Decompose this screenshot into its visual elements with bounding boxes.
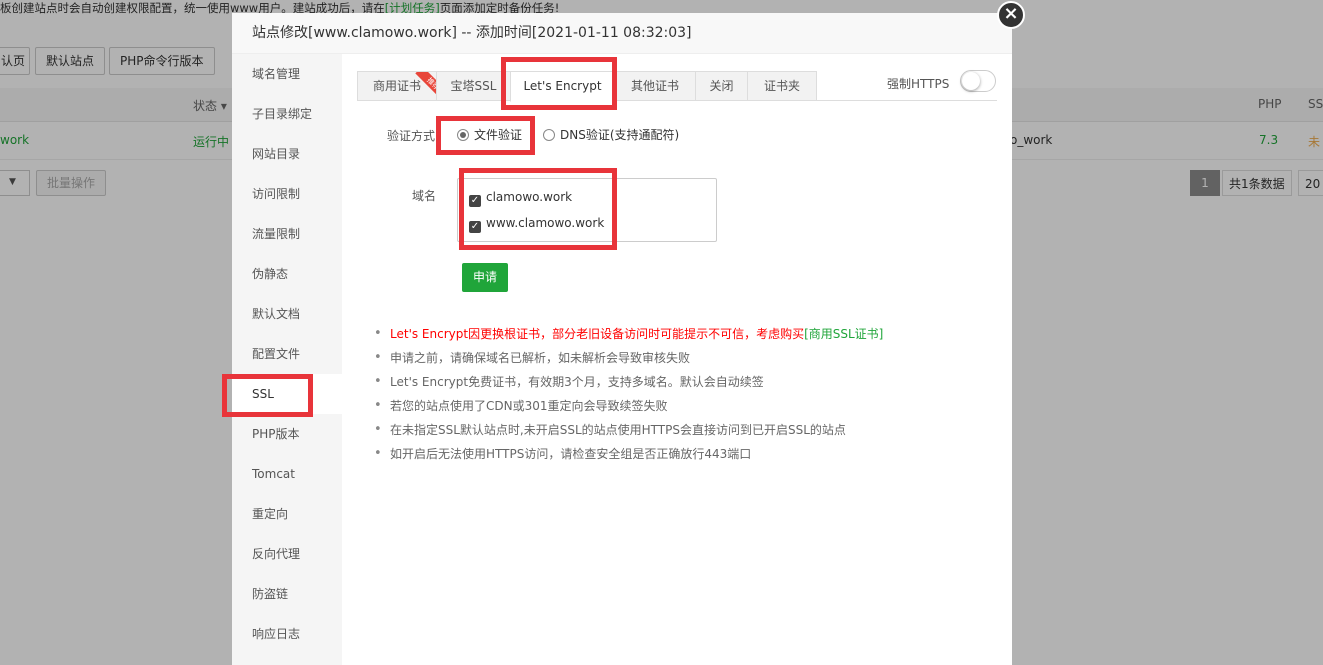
- radio-dns-label: DNS验证(支持通配符): [560, 128, 680, 142]
- domain-label: 域名: [412, 189, 437, 203]
- toggle-knob: [962, 72, 980, 90]
- tab-lets-encrypt[interactable]: Let's Encrypt: [510, 71, 615, 102]
- domain-name: clamowo.work: [486, 190, 573, 204]
- list-item: Let's Encrypt因更换根证书，部分老旧设备访问时可能提示不可信，考虑购…: [374, 322, 994, 346]
- checkbox-checked-icon: ✓: [469, 221, 481, 233]
- sidebar-item-hotlink[interactable]: 防盗链: [232, 574, 342, 614]
- sidebar-item-tomcat[interactable]: Tomcat: [232, 454, 342, 494]
- radio-dns-verify[interactable]: DNS验证(支持通配符): [543, 126, 679, 143]
- sidebar-item-traffic-limit[interactable]: 流量限制: [232, 214, 342, 254]
- commercial-ssl-link[interactable]: [商用SSL证书]: [804, 327, 883, 341]
- verify-method-label: 验证方式: [387, 129, 436, 143]
- radio-file-verify[interactable]: 文件验证: [457, 126, 522, 143]
- ssl-panel: 商用证书 推荐 宝塔SSL Let's Encrypt 其他证书 关闭 证书夹 …: [342, 54, 1012, 665]
- checkbox-checked-icon: ✓: [469, 195, 481, 207]
- force-https-label: 强制HTTPS: [887, 77, 950, 91]
- tab-other-cert[interactable]: 其他证书: [614, 71, 696, 101]
- tab-cert-folder[interactable]: 证书夹: [747, 71, 817, 101]
- sidebar-item-domain[interactable]: 域名管理: [232, 54, 342, 94]
- sidebar-item-rewrite[interactable]: 伪静态: [232, 254, 342, 294]
- sidebar-item-access-limit[interactable]: 访问限制: [232, 174, 342, 214]
- sidebar-item-site-dir[interactable]: 网站目录: [232, 134, 342, 174]
- ssl-help-notes: Let's Encrypt因更换根证书，部分老旧设备访问时可能提示不可信，考虑购…: [374, 322, 994, 466]
- sidebar-item-redirect[interactable]: 重定向: [232, 494, 342, 534]
- warning-text: Let's Encrypt因更换根证书，部分老旧设备访问时可能提示不可信，考虑购…: [390, 327, 805, 341]
- tab-commercial-cert[interactable]: 商用证书 推荐: [357, 71, 437, 101]
- force-https-toggle[interactable]: [960, 70, 996, 92]
- sidebar-item-default-doc[interactable]: 默认文档: [232, 294, 342, 334]
- domain-list: ✓ clamowo.work ✓ www.clamowo.work: [457, 178, 717, 242]
- apply-button[interactable]: 申请: [462, 263, 508, 292]
- tab-baota-ssl[interactable]: 宝塔SSL: [436, 71, 511, 101]
- domain-checkbox-item[interactable]: ✓ clamowo.work: [469, 190, 572, 207]
- domain-checkbox-item[interactable]: ✓ www.clamowo.work: [469, 216, 604, 233]
- radio-unchecked-icon: [543, 129, 555, 141]
- radio-file-label: 文件验证: [474, 128, 523, 142]
- sidebar-item-subdir[interactable]: 子目录绑定: [232, 94, 342, 134]
- sidebar-item-php-version[interactable]: PHP版本: [232, 414, 342, 454]
- tab-close[interactable]: 关闭: [695, 71, 748, 101]
- list-item: 如开启后无法使用HTTPS访问，请检查安全组是否正确放行443端口: [374, 442, 994, 466]
- sidebar-item-ssl[interactable]: SSL: [232, 374, 342, 414]
- list-item: 在未指定SSL默认站点时,未开启SSL的站点使用HTTPS会直接访问到已开启SS…: [374, 418, 994, 442]
- radio-checked-icon: [457, 129, 469, 141]
- list-item: 若您的站点使用了CDN或301重定向会导致续签失败: [374, 394, 994, 418]
- modal-title: 站点修改[www.clamowo.work] -- 添加时间[2021-01-1…: [232, 13, 1012, 54]
- sidebar-item-reverse-proxy[interactable]: 反向代理: [232, 534, 342, 574]
- list-item: Let's Encrypt免费证书，有效期3个月，支持多域名。默认会自动续签: [374, 370, 994, 394]
- site-edit-modal: 站点修改[www.clamowo.work] -- 添加时间[2021-01-1…: [232, 13, 1012, 665]
- domain-name: www.clamowo.work: [486, 216, 605, 230]
- tab-label: 商用证书: [372, 79, 421, 93]
- sidebar-item-config[interactable]: 配置文件: [232, 334, 342, 374]
- sidebar-item-response-log[interactable]: 响应日志: [232, 614, 342, 654]
- list-item: 申请之前，请确保域名已解析，如未解析会导致审核失败: [374, 346, 994, 370]
- close-icon[interactable]: ×: [997, 1, 1025, 29]
- modal-sidebar: 域名管理 子目录绑定 网站目录 访问限制 流量限制 伪静态 默认文档 配置文件 …: [232, 54, 342, 665]
